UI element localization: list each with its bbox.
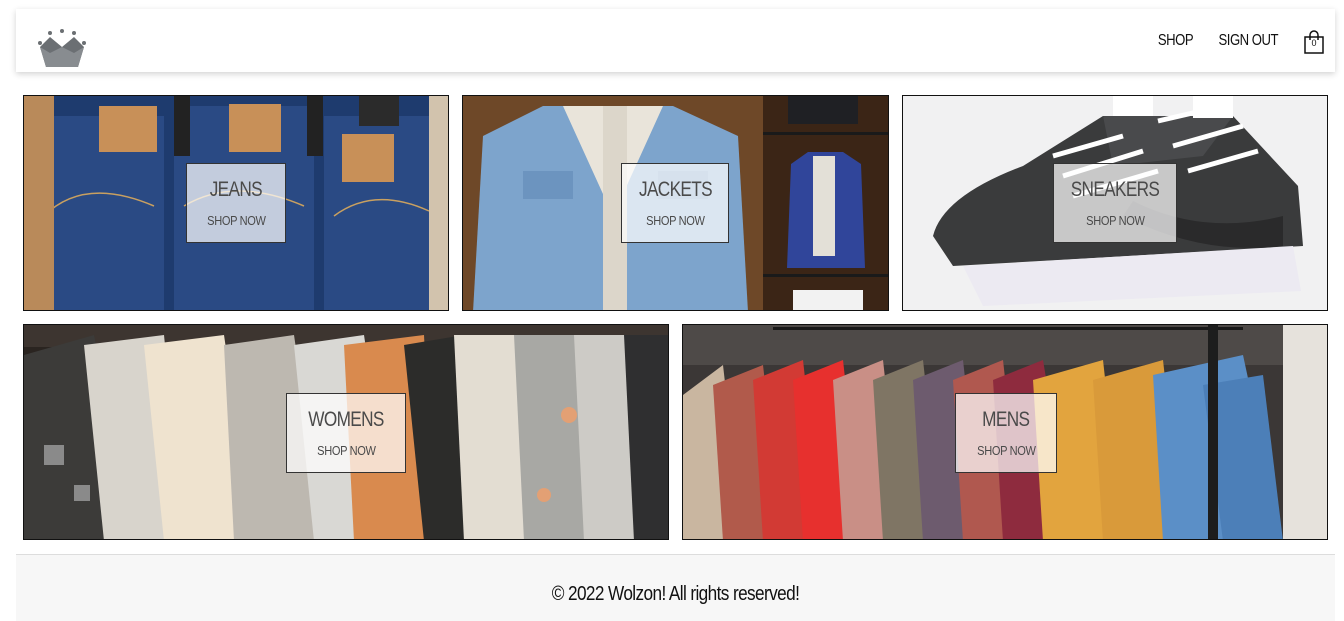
header-navbar: SHOP SIGN OUT 0	[16, 9, 1335, 72]
footer: © 2022 Wolzon! All rights reserved!	[16, 554, 1335, 621]
shop-now-link[interactable]: SHOP NOW	[977, 444, 1036, 457]
category-title: WOMENS	[308, 408, 384, 431]
category-label[interactable]: JACKETS SHOP NOW	[621, 163, 729, 243]
category-tile-jeans[interactable]: JEANS SHOP NOW	[23, 95, 449, 311]
cart-button[interactable]: 0	[1303, 29, 1325, 54]
category-title: JEANS	[209, 178, 263, 201]
category-label[interactable]: WOMENS SHOP NOW	[286, 393, 406, 473]
shop-now-link[interactable]: SHOP NOW	[646, 214, 705, 227]
category-label[interactable]: JEANS SHOP NOW	[186, 163, 286, 243]
crown-logo[interactable]	[38, 29, 86, 69]
category-title: JACKETS	[638, 178, 713, 201]
nav-shop-link[interactable]: SHOP	[1157, 32, 1193, 50]
nav-sign-out-link[interactable]: SIGN OUT	[1219, 32, 1279, 50]
nav-links: SHOP SIGN OUT 0	[1138, 9, 1326, 72]
shop-now-link[interactable]: SHOP NOW	[317, 444, 376, 457]
category-tile-sneakers[interactable]: SNEAKERS SHOP NOW	[902, 95, 1328, 311]
category-title: SNEAKERS	[1070, 178, 1160, 201]
category-title: MENS	[982, 408, 1030, 431]
category-tile-womens[interactable]: WOMENS SHOP NOW	[23, 324, 669, 540]
category-tile-jackets[interactable]: JACKETS SHOP NOW	[462, 95, 889, 311]
shop-now-link[interactable]: SHOP NOW	[207, 214, 266, 227]
category-label[interactable]: SNEAKERS SHOP NOW	[1053, 163, 1177, 243]
cart-count: 0	[1311, 37, 1317, 48]
category-tile-mens[interactable]: MENS SHOP NOW	[682, 324, 1328, 540]
shop-now-link[interactable]: SHOP NOW	[1086, 214, 1145, 227]
category-label[interactable]: MENS SHOP NOW	[955, 393, 1057, 473]
footer-copyright: © 2022 Wolzon! All rights reserved!	[551, 583, 800, 605]
